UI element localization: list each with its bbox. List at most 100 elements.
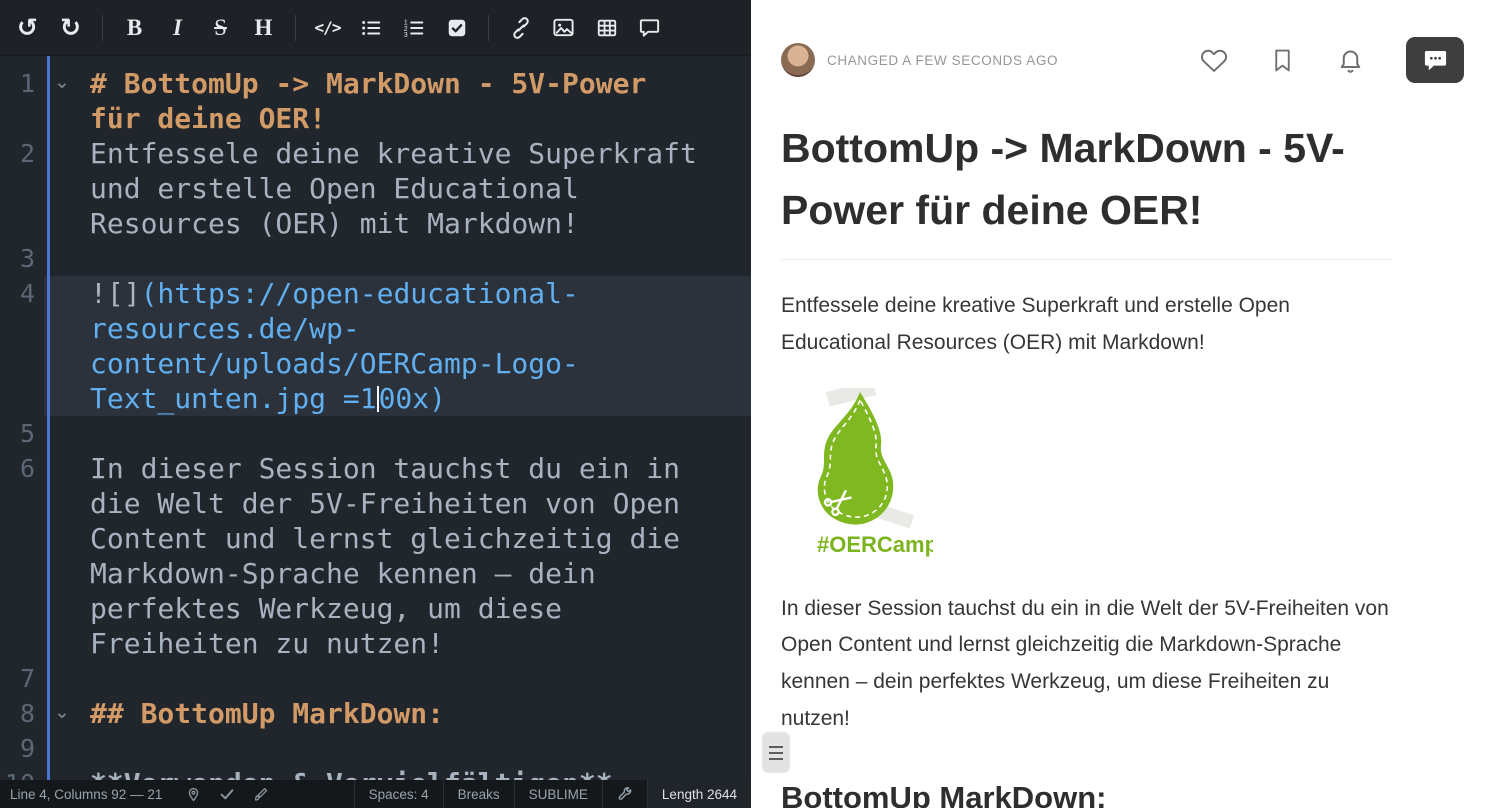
image-icon <box>552 16 575 39</box>
link-icon <box>510 17 532 39</box>
line-number: 1 <box>0 66 44 136</box>
editor-line[interactable]: 9 <box>0 731 751 766</box>
bold-button[interactable]: B <box>113 7 156 49</box>
code-segment: die Welt der 5V-Freiheiten von Open <box>90 487 680 520</box>
comment-button[interactable] <box>628 7 671 49</box>
bold-icon: B <box>127 16 142 39</box>
line-number: 5 <box>0 416 44 451</box>
line-number: 6 <box>0 451 44 661</box>
code-segment: perfektes Werkzeug, um diese <box>90 592 562 625</box>
code-segment: In dieser Session tauchst du ein in <box>90 452 680 485</box>
toolbar-divider <box>295 15 296 41</box>
status-settings: Spaces: 4 Breaks SUBLIME Length 2644 <box>354 780 751 808</box>
code-segment: resources.de/wp- <box>90 312 360 345</box>
line-number: 8 <box>0 696 44 731</box>
line-number: 2 <box>0 136 44 241</box>
linebreak-setting[interactable]: Breaks <box>443 780 514 808</box>
italic-icon: I <box>173 15 182 41</box>
code-segment: Freiheiten zu nutzen! <box>90 627 444 660</box>
bookmark-icon <box>1270 48 1295 73</box>
unordered-list-button[interactable] <box>349 7 392 49</box>
intro-paragraph: Entfessele deine kreative Superkraft und… <box>781 288 1393 362</box>
preferences-button[interactable] <box>602 780 647 808</box>
last-changed-text: CHANGED A FEW SECONDS AGO <box>827 53 1058 68</box>
code-icon: </> <box>315 18 341 37</box>
document-actions <box>1200 37 1464 83</box>
code-segment: **Verwenden & Vervielfältigen** <box>90 767 613 780</box>
editor-line[interactable]: 8⌄## BottomUp MarkDown: <box>0 696 751 731</box>
heading-button[interactable]: H <box>242 7 285 49</box>
line-number: 10 <box>0 766 44 780</box>
rendered-markdown: BottomUp -> MarkDown - 5V-Power für dein… <box>781 118 1393 808</box>
code-segment: Markdown-Sprache kennen – dein <box>90 557 596 590</box>
favorite-button[interactable] <box>1200 46 1228 74</box>
bookmark-button[interactable] <box>1270 48 1295 73</box>
status-icons <box>186 786 269 802</box>
editor-line[interactable]: 7 <box>0 661 751 696</box>
editor-toolbar: ↺ ↻ B I S H </> 1 2 3 <box>0 0 751 56</box>
indent-setting[interactable]: Spaces: 4 <box>354 780 443 808</box>
oercamp-logo-image: #OERCamp <box>781 388 1393 563</box>
editor-lines: 1⌄# BottomUp -> MarkDown - 5V-Powerfür d… <box>0 66 751 780</box>
document-info-bar: CHANGED A FEW SECONDS AGO <box>781 36 1464 84</box>
open-comments-button[interactable] <box>1406 37 1464 83</box>
svg-text:3: 3 <box>403 32 407 39</box>
line-number: 7 <box>0 661 44 696</box>
code-segment: # BottomUp -> MarkDown - 5V-Power <box>90 67 646 100</box>
line-number: 4 <box>0 276 44 416</box>
image-button[interactable] <box>542 7 585 49</box>
strikethrough-icon: S <box>214 15 227 41</box>
split-drag-handle[interactable] <box>763 733 789 772</box>
code-segment: ![] <box>90 277 141 310</box>
pin-icon[interactable] <box>186 787 201 802</box>
bell-icon <box>1337 47 1364 74</box>
app-window: ↺ ↻ B I S H </> 1 2 3 <box>0 0 1500 808</box>
table-icon <box>596 17 618 39</box>
italic-button[interactable]: I <box>156 7 199 49</box>
subscribe-button[interactable] <box>1337 47 1364 74</box>
tape-decoration <box>826 388 876 407</box>
editor-line[interactable]: 3 <box>0 241 751 276</box>
session-paragraph: In dieser Session tauchst du ein in die … <box>781 591 1393 738</box>
toolbar-divider <box>102 15 103 41</box>
editor-line[interactable]: 2Entfessele deine kreative Superkraftund… <box>0 136 751 241</box>
code-editor[interactable]: 1⌄# BottomUp -> MarkDown - 5V-Powerfür d… <box>0 56 751 780</box>
code-segment: Resources (OER) mit Markdown! <box>90 207 579 240</box>
heart-icon <box>1200 46 1228 74</box>
code-segment: ## BottomUp MarkDown: <box>90 697 444 730</box>
code-segment: Entfessele deine kreative Superkraft <box>90 137 697 170</box>
editor-line[interactable]: 5 <box>0 416 751 451</box>
chat-bubble-icon <box>1422 47 1449 74</box>
section-heading: BottomUp MarkDown: <box>781 780 1393 808</box>
ordered-list-button[interactable]: 1 2 3 <box>392 7 435 49</box>
link-button[interactable] <box>499 7 542 49</box>
redo-icon: ↻ <box>60 15 81 40</box>
strikethrough-button[interactable]: S <box>199 7 242 49</box>
code-segment: 00x) <box>379 382 446 415</box>
undo-button[interactable]: ↺ <box>6 7 49 49</box>
logo-caption: #OERCamp <box>817 532 933 557</box>
status-bar: Line 4, Columns 92 — 21 Spaces: 4 Breaks… <box>0 780 751 808</box>
editor-line[interactable]: 4![](https://open-educational-resources.… <box>0 276 751 416</box>
redo-button[interactable]: ↻ <box>49 7 92 49</box>
checklist-button[interactable] <box>435 7 478 49</box>
toolbar-divider <box>488 15 489 41</box>
code-segment: für deine OER! <box>90 102 326 135</box>
editor-line[interactable]: 1⌄# BottomUp -> MarkDown - 5V-Powerfür d… <box>0 66 751 136</box>
keymap-setting[interactable]: SUBLIME <box>514 780 602 808</box>
code-segment: Text_unten.jpg =1 <box>90 382 377 415</box>
code-button[interactable]: </> <box>306 7 349 49</box>
gutter-rule <box>47 56 50 780</box>
cursor-position: Line 4, Columns 92 — 21 <box>0 787 172 802</box>
undo-icon: ↺ <box>17 15 38 40</box>
editor-line[interactable]: 6 In dieser Session tauchst du ein indie … <box>0 451 751 661</box>
editor-line[interactable]: 10 **Verwenden & Vervielfältigen** <box>0 766 751 780</box>
brush-icon[interactable] <box>253 786 269 802</box>
check-icon[interactable] <box>219 786 235 802</box>
ordered-list-icon: 1 2 3 <box>403 17 425 39</box>
wrench-icon <box>617 786 633 802</box>
line-number: 9 <box>0 731 44 766</box>
table-button[interactable] <box>585 7 628 49</box>
preview-pane[interactable]: CHANGED A FEW SECONDS AGO <box>765 0 1500 808</box>
author-avatar[interactable] <box>781 43 815 77</box>
